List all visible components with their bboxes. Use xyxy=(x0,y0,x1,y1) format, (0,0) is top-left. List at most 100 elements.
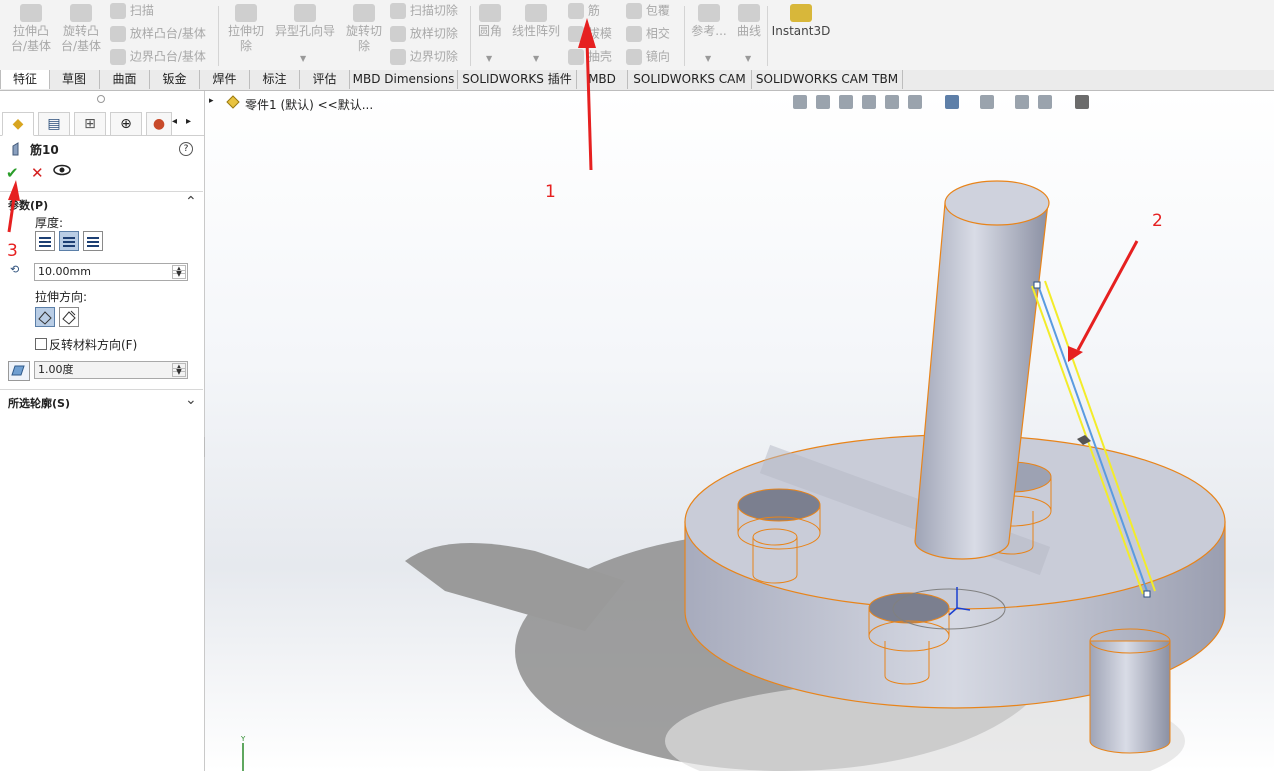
flip-material-checkbox[interactable] xyxy=(35,338,47,350)
annotation-3: 3 xyxy=(7,241,18,261)
extrude-boss-button[interactable]: 拉伸凸 台/基体 xyxy=(8,4,54,54)
tab-evaluate[interactable]: 评估 xyxy=(300,70,350,89)
parallel-to-sketch-button[interactable] xyxy=(35,307,55,327)
spin-down-icon[interactable]: ▼ xyxy=(172,368,186,377)
thickness-first-side-button[interactable] xyxy=(35,231,55,251)
foot-cylinder xyxy=(1089,628,1171,754)
second-side-icon xyxy=(87,237,99,239)
tab-solidworks-cam[interactable]: SOLIDWORKS CAM xyxy=(628,70,752,89)
reference-dropdown-icon[interactable]: ▼ xyxy=(705,54,711,63)
sweep-button[interactable]: 扫描 xyxy=(110,3,154,19)
dimxpert-tab[interactable]: ⊕ xyxy=(110,112,142,136)
curves-button[interactable]: 曲线 xyxy=(734,4,764,39)
linear-pattern-label: 线性阵列 xyxy=(511,24,560,38)
section-divider xyxy=(0,389,203,390)
thickness-input[interactable]: 10.00mm ▲ ▼ xyxy=(34,263,188,281)
revolve-cut-button[interactable]: 旋转切 除 xyxy=(342,4,386,54)
tab-sketch[interactable]: 草图 xyxy=(49,70,100,89)
sweep-cut-icon xyxy=(390,3,406,19)
shell-button[interactable]: 抽壳 xyxy=(568,49,612,65)
tab-mbd-dimensions[interactable]: MBD Dimensions xyxy=(350,70,458,89)
preview-eye-icon[interactable] xyxy=(53,164,71,179)
draft-button[interactable]: 拔模 xyxy=(568,26,612,42)
params-header[interactable]: 参数(P) xyxy=(8,197,48,213)
tab-weldments[interactable]: 焊件 xyxy=(200,70,250,89)
scroll-right-icon[interactable]: ▸ xyxy=(186,116,191,127)
feature-manager-tab[interactable]: ◆ xyxy=(2,112,34,136)
tab-solidworks-cam-tbm[interactable]: SOLIDWORKS CAM TBM xyxy=(752,70,903,89)
boundary-boss-label: 边界凸台/基体 xyxy=(129,49,206,64)
loft-boss-label: 放样凸台/基体 xyxy=(129,26,206,41)
panel-grip-handle[interactable] xyxy=(97,95,105,103)
selected-contours-header[interactable]: 所选轮廓(S) xyxy=(8,395,70,411)
property-manager-panel: ◆ ▤ ⊞ ⊕ ● ◂ ▸ 筋10 ? ✔ ✕ 参数(P) ⌃ 厚度: ⟲ 10… xyxy=(0,91,205,771)
display-manager-tab[interactable]: ● xyxy=(146,112,172,136)
sweep-cut-button[interactable]: 扫描切除 xyxy=(390,3,458,19)
configuration-manager-tab[interactable]: ⊞ xyxy=(74,112,106,136)
tab-sheet-metal[interactable]: 钣金 xyxy=(150,70,200,89)
help-icon[interactable]: ? xyxy=(179,142,193,156)
ribbon-separator xyxy=(218,6,219,66)
hole-wizard-button[interactable]: 异型孔向导 xyxy=(272,4,338,39)
both-sides-icon-line xyxy=(63,245,75,247)
collapse-params-icon[interactable]: ⌃ xyxy=(185,194,197,210)
rib-feature-icon xyxy=(10,142,24,156)
intersect-label: 相交 xyxy=(645,26,670,41)
shell-label: 抽壳 xyxy=(587,49,612,64)
fillet-dropdown-icon[interactable]: ▼ xyxy=(486,54,492,63)
ok-button[interactable]: ✔ xyxy=(6,164,19,182)
revolve-boss-icon xyxy=(70,4,92,22)
instant3d-button[interactable]: Instant3D xyxy=(770,4,832,39)
thickness-both-sides-button[interactable] xyxy=(59,231,79,251)
boundary-icon xyxy=(110,49,126,65)
second-side-icon-line xyxy=(87,241,99,243)
rib-label: 筋 xyxy=(587,3,600,18)
linear-pattern-button[interactable]: 线性阵列 xyxy=(510,4,562,39)
spin-down-icon[interactable]: ▼ xyxy=(172,270,186,279)
rib-button[interactable]: 筋 xyxy=(568,3,600,19)
mirror-button[interactable]: 镜向 xyxy=(626,49,670,65)
scroll-left-icon[interactable]: ◂ xyxy=(172,116,177,127)
boundary-boss-button[interactable]: 边界凸台/基体 xyxy=(110,49,206,65)
property-manager-tab[interactable]: ▤ xyxy=(38,112,70,136)
reference-geometry-button[interactable]: 参考... xyxy=(688,4,730,39)
wrap-button[interactable]: 包覆 xyxy=(626,3,670,19)
loft-cut-label: 放样切除 xyxy=(409,26,458,41)
draft-toggle-button[interactable] xyxy=(8,361,30,381)
expand-contours-icon[interactable]: ⌄ xyxy=(185,392,197,408)
ribbon-separator xyxy=(767,6,768,66)
intersect-button[interactable]: 相交 xyxy=(626,26,670,42)
boundary-cut-button[interactable]: 边界切除 xyxy=(390,49,458,65)
tab-mbd[interactable]: MBD xyxy=(577,70,628,89)
tab-surfaces[interactable]: 曲面 xyxy=(100,70,150,89)
boundary-cut-icon xyxy=(390,49,406,65)
fillet-button[interactable]: 圆角 xyxy=(474,4,506,39)
pattern-dropdown-icon[interactable]: ▼ xyxy=(533,54,539,63)
graphics-area[interactable]: ▸ 零件1 (默认) <<默认... Y xyxy=(205,91,1274,771)
loft-boss-button[interactable]: 放样凸台/基体 xyxy=(110,26,206,42)
crosshair-icon: ⊕ xyxy=(120,116,132,132)
draft-angle-input[interactable]: 1.00度 ▲ ▼ xyxy=(34,361,188,379)
curves-dropdown-icon[interactable]: ▼ xyxy=(745,54,751,63)
draft-label: 拔模 xyxy=(587,26,612,41)
thickness-second-side-button[interactable] xyxy=(83,231,103,251)
normal-to-sketch-button[interactable] xyxy=(59,307,79,327)
list-icon: ▤ xyxy=(47,116,61,132)
hole-wizard-dropdown-icon[interactable]: ▼ xyxy=(300,54,306,63)
curves-label: 曲线 xyxy=(736,24,761,38)
coordinate-axes-icon: Y xyxy=(240,735,246,771)
both-sides-icon xyxy=(63,237,75,239)
loft-cut-button[interactable]: 放样切除 xyxy=(390,26,458,42)
wrap-label: 包覆 xyxy=(645,3,670,18)
cancel-button[interactable]: ✕ xyxy=(31,164,44,182)
revolve-boss-button[interactable]: 旋转凸 台/基体 xyxy=(58,4,104,54)
tab-markup[interactable]: 标注 xyxy=(250,70,300,89)
model-view[interactable]: Y xyxy=(205,91,1274,771)
wrap-icon xyxy=(626,3,642,19)
rib-icon xyxy=(568,3,584,19)
extrude-cut-button[interactable]: 拉伸切 除 xyxy=(224,4,268,54)
thickness-value: 10.00mm xyxy=(38,265,91,278)
reference-label: 参考... xyxy=(691,24,727,38)
tab-features[interactable]: 特征 xyxy=(0,70,50,89)
tab-solidworks-addins[interactable]: SOLIDWORKS 插件 xyxy=(458,70,577,89)
